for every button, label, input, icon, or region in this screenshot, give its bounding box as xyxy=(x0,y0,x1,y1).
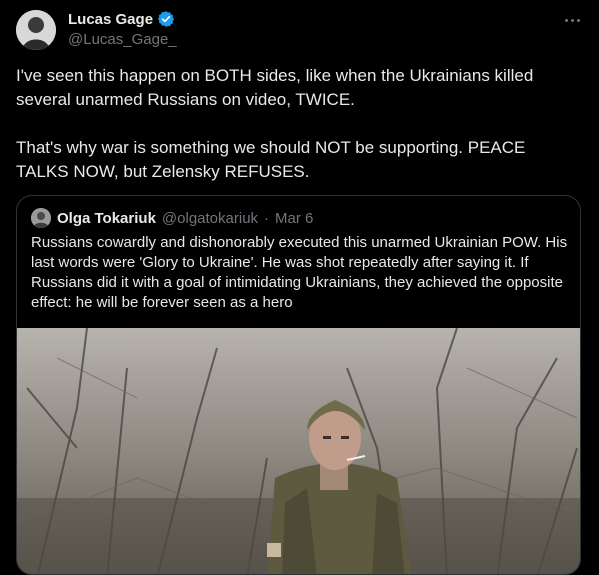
quoted-author-name[interactable]: Olga Tokariuk xyxy=(57,210,156,227)
tweet-text: I've seen this happen on BOTH sides, lik… xyxy=(16,66,534,181)
author-handle[interactable]: @Lucas_Gage_ xyxy=(68,31,177,48)
quoted-author-avatar[interactable] xyxy=(31,208,51,228)
author-name-row: Lucas Gage xyxy=(68,10,175,28)
quoted-tweet-date[interactable]: Mar 6 xyxy=(275,210,313,227)
quoted-tweet[interactable]: Olga Tokariuk @olgatokariuk · Mar 6 Russ… xyxy=(16,195,581,575)
author-avatar[interactable] xyxy=(16,10,56,50)
quoted-tweet-text: Russians cowardly and dishonorably execu… xyxy=(31,234,568,311)
tweet[interactable]: Lucas Gage @Lucas_Gage_ I've seen this h… xyxy=(0,0,599,575)
quoted-tweet-header: Olga Tokariuk @olgatokariuk · Mar 6 xyxy=(31,208,313,228)
quoted-tweet-media[interactable] xyxy=(17,328,580,574)
meta-separator: · xyxy=(264,209,270,227)
quoted-author-handle[interactable]: @olgatokariuk xyxy=(162,210,258,227)
author-display-name[interactable]: Lucas Gage xyxy=(68,11,153,28)
more-horizontal-icon[interactable] xyxy=(561,12,583,28)
media-image xyxy=(17,328,580,574)
verified-badge-icon[interactable] xyxy=(157,10,175,28)
